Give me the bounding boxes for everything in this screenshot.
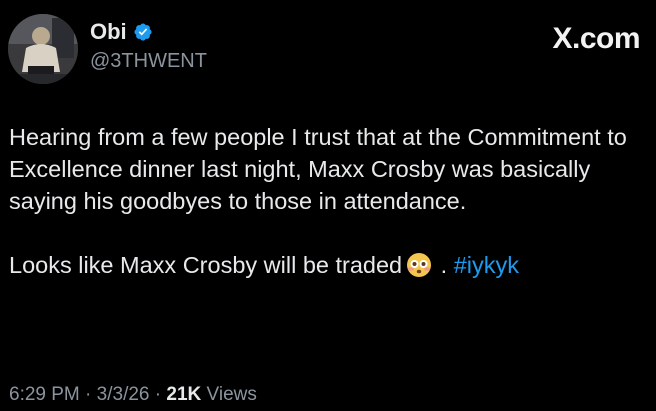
tweet-paragraph-2: Looks like Maxx Crosby will be traded . …	[9, 249, 649, 281]
tweet-metadata: 6:29 PM · 3/3/26 · 21K Views	[9, 384, 257, 406]
tweet-paragraph-1: Hearing from a few people I trust that a…	[9, 124, 627, 214]
handle[interactable]: @3THWENT	[90, 50, 207, 73]
avatar[interactable]	[8, 14, 78, 84]
display-name[interactable]: Obi	[90, 19, 127, 45]
tweet-date[interactable]: 3/3/26	[97, 384, 150, 405]
meta-dot: ·	[85, 384, 92, 405]
meta-dot: ·	[154, 384, 162, 405]
x-logo[interactable]: X.com	[552, 22, 640, 56]
tweet-time[interactable]: 6:29 PM	[9, 384, 80, 405]
views-label: Views	[206, 384, 257, 405]
verified-badge-icon	[133, 22, 153, 42]
tweet-separator: .	[440, 252, 448, 278]
hashtag-link[interactable]: #iykyk	[454, 252, 519, 278]
flushed-face-emoji-icon	[406, 252, 432, 278]
tweet-paragraph-2-text: Looks like Maxx Crosby will be traded	[9, 252, 403, 278]
profile-photo-image	[8, 14, 78, 84]
tweet-text: Hearing from a few people I trust that a…	[9, 121, 649, 281]
views-count: 21K	[166, 384, 202, 405]
